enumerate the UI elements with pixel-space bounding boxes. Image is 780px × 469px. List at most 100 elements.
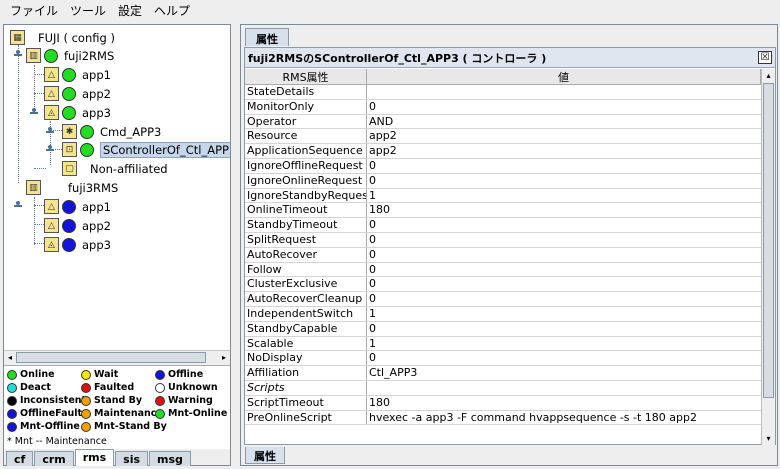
column-header-value[interactable]: 値 [367,69,761,84]
tree-node-non-affiliated[interactable]: ▢ Non-affiliated [62,159,168,178]
attr-name: StandbyCapable [245,321,367,336]
scroll-thumb[interactable] [16,352,206,363]
menu-tools[interactable]: ツール [64,0,112,22]
table-row[interactable]: ScriptTimeout 180 [245,395,761,411]
legend-status-icon [7,382,17,393]
attr-name: PreOnlineScript [245,410,367,425]
tree-node-fuji3-app3[interactable]: ◬ app3 [44,235,111,254]
attr-name: ScriptTimeout [245,395,367,410]
table-row[interactable]: PreOnlineScript hvexec -a app3 -F command… [245,410,761,426]
scroll-down-icon[interactable]: ▾ [762,432,775,445]
table-row[interactable]: Affiliation Ctl_APP3 [245,366,761,381]
table-vertical-scrollbar[interactable]: ▴ ▾ [761,69,775,445]
expand-handle-icon[interactable] [46,145,54,154]
online-status-icon [62,86,76,101]
attr-name: Resource [245,129,367,144]
tree-node-fuji3rms[interactable]: ▥ fuji3RMS [26,178,118,197]
rms-tree[interactable]: ▦ FUJI ( config ) ▥ fuji2RMS △ app1 △ ap… [4,25,230,350]
attr-name: Operator [245,114,367,129]
table-row[interactable]: Resource app2 [245,129,761,145]
tree-node-fuji2rms[interactable]: ▥ fuji2RMS [26,46,114,65]
close-icon[interactable]: ☒ [758,51,772,64]
tab-msg[interactable]: msg [149,451,191,466]
menu-help[interactable]: ヘルプ [148,0,196,22]
table-row[interactable]: MonitorOnly 0 [245,99,761,115]
tree-horizontal-scrollbar[interactable]: ◂ ▸ [4,350,230,364]
table-row[interactable]: StandbyTimeout 0 [245,218,761,233]
tree-node-fuji3-app2[interactable]: △ app2 [44,216,111,235]
table-row[interactable]: NoDisplay 0 [245,351,761,367]
table-row[interactable]: Operator AND [245,114,761,130]
table-row[interactable]: OnlineTimeout 180 [245,203,761,219]
app-icon: ◬ [44,105,59,120]
legend-label: Unknown [168,382,218,393]
app-icon: ◬ [44,237,59,252]
tree-node-scontroller[interactable]: ⊡ SControllerOf_Ctl_APP3 [62,140,230,159]
tab-cf[interactable]: cf [6,451,34,466]
table-row[interactable]: Scripts [245,380,761,396]
attr-name: AutoRecover [245,247,367,262]
collapse-handle-icon[interactable] [30,108,38,117]
table-row[interactable]: IgnoreOfflineRequest 0 [245,158,761,174]
legend-status-icon [7,421,17,432]
attr-value: AND [369,114,394,128]
online-status-icon [80,142,94,157]
tree-node-cmd-app3[interactable]: ✱ Cmd_APP3 [62,122,161,141]
attr-name: OnlineTimeout [245,203,367,218]
status-legend: Online Wait Offline Deact Faulted Unknown Inco… [4,365,230,449]
legend-item: Offline [155,369,203,380]
column-header-attr[interactable]: RMS属性 [245,69,367,84]
attr-name: IgnoreOfflineRequest [245,158,367,173]
tree-node-app3[interactable]: ◬ app3 [44,103,111,122]
legend-item: Stand By [81,395,142,406]
collapse-handle-icon[interactable] [14,50,22,59]
attr-value: 0 [369,277,376,291]
table-row[interactable]: ClusterExclusive 0 [245,277,761,293]
menu-settings[interactable]: 設定 [112,0,148,22]
table-row[interactable]: Follow 0 [245,262,761,278]
table-row[interactable]: AutoRecover 0 [245,247,761,263]
table-row[interactable]: StateDetails [245,85,761,100]
app-icon: △ [44,86,59,101]
legend-item: Unknown [155,382,218,393]
table-row[interactable]: IgnoreStandbyRequest 1 [245,188,761,204]
right-pane: 属性 fuji2RMSのSControllerOf_Ctl_APP3 ( コント… [240,24,778,466]
legend-status-icon [7,369,17,380]
legend-item: Mnt-Online [155,408,227,419]
panel-title: fuji2RMSのSControllerOf_Ctl_APP3 ( コントローラ… [245,48,775,68]
tab-crm[interactable]: crm [34,451,74,466]
collapse-handle-icon[interactable] [14,201,22,210]
scroll-up-icon[interactable]: ▴ [762,69,775,82]
legend-label: Inconsistent [20,395,87,406]
attr-value: 1 [369,306,376,320]
table-row[interactable]: SplitRequest 0 [245,232,761,248]
legend-status-icon [81,395,91,406]
tree-node-fuji3-app1[interactable]: △ app1 [44,197,111,216]
scroll-left-icon[interactable]: ◂ [4,351,16,364]
menu-file[interactable]: ファイル [4,0,64,22]
attr-value [367,381,761,395]
table-row[interactable]: IndependentSwitch 1 [245,306,761,322]
tab-rms[interactable]: rms [74,449,115,466]
tab-properties-bottom[interactable]: 属性 [245,447,285,464]
scroll-right-icon[interactable]: ▸ [218,351,230,364]
tab-properties-top[interactable]: 属性 [245,28,289,46]
properties-panel: fuji2RMSのSControllerOf_Ctl_APP3 ( コントローラ… [244,47,776,445]
legend-item: Mnt-Offline [7,421,80,432]
table-row[interactable]: ApplicationSequence app2 [245,144,761,159]
attr-value: 180 [369,203,390,217]
tab-sis[interactable]: sis [115,451,149,466]
tree-node-app2[interactable]: △ app2 [44,84,111,103]
attr-value: 1 [369,188,376,202]
controller-icon: ⊡ [62,142,77,157]
table-row[interactable]: IgnoreOnlineRequest 0 [245,173,761,189]
table-row[interactable]: StandbyCapable 0 [245,321,761,337]
attr-name: ClusterExclusive [245,277,367,292]
scroll-thumb[interactable] [763,83,774,398]
table-row[interactable]: AutoRecoverCleanup 0 [245,292,761,307]
tree-node-app1[interactable]: △ app1 [44,65,111,84]
expand-handle-icon[interactable] [46,127,54,136]
tree-root[interactable]: ▦ FUJI ( config ) [10,28,115,47]
table-row[interactable]: Scalable 1 [245,336,761,352]
legend-status-icon [7,408,17,419]
